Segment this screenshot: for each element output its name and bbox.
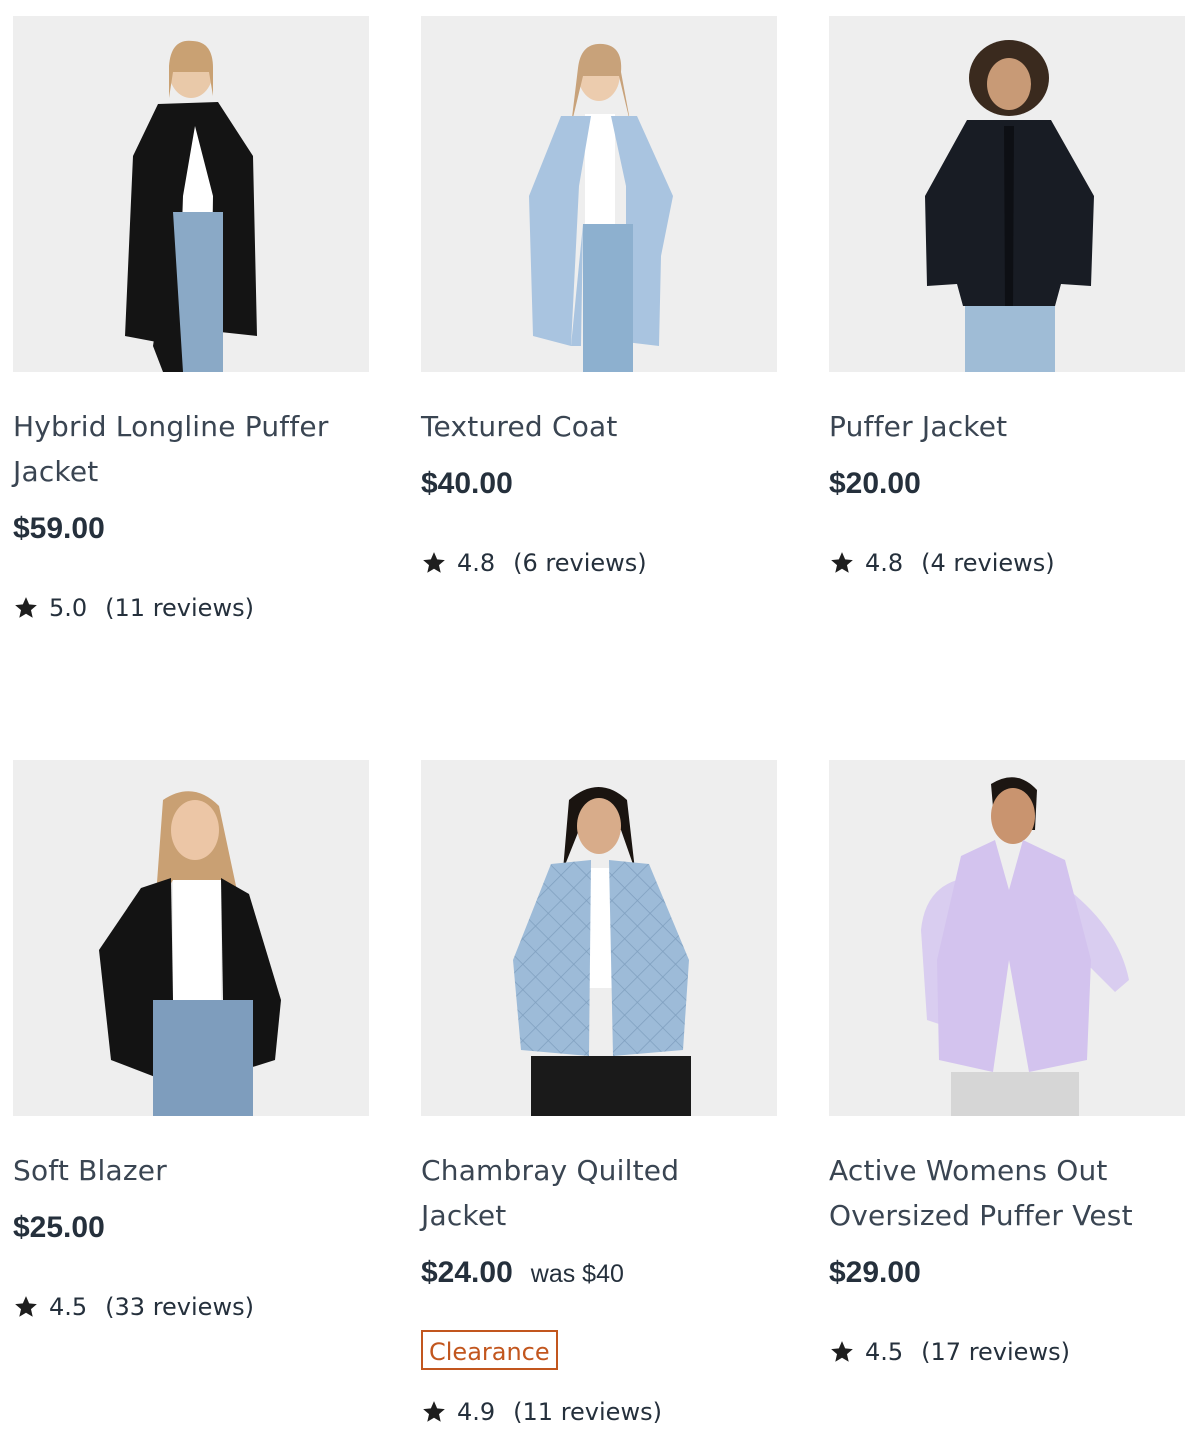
review-count: (33 reviews) xyxy=(105,1293,254,1321)
product-price: $24.00 xyxy=(421,1256,513,1289)
product-title[interactable]: Hybrid Longline Puffer Jacket xyxy=(13,404,353,494)
price-row: $25.00 xyxy=(13,1211,105,1245)
product-grid: Hybrid Longline Puffer Jacket $59.00 5.0… xyxy=(0,0,1200,1456)
price-row: $29.00 xyxy=(829,1256,921,1290)
product-price: $20.00 xyxy=(829,467,921,500)
price-row: $59.00 xyxy=(13,512,105,546)
product-image[interactable] xyxy=(829,760,1185,1116)
review-count: (17 reviews) xyxy=(921,1338,1070,1366)
product-price: $25.00 xyxy=(13,1211,105,1244)
product-price: $59.00 xyxy=(13,512,105,545)
rating-row[interactable]: 4.5 (17 reviews) xyxy=(829,1338,1070,1366)
review-count: (11 reviews) xyxy=(513,1398,662,1426)
rating-score: 4.9 xyxy=(457,1398,496,1426)
review-count: (11 reviews) xyxy=(105,594,254,622)
review-count: (4 reviews) xyxy=(921,549,1055,577)
product-image[interactable] xyxy=(421,760,777,1116)
product-price: $29.00 xyxy=(829,1256,921,1289)
rating-score: 4.8 xyxy=(865,549,904,577)
rating-score: 4.8 xyxy=(457,549,496,577)
star-icon xyxy=(421,550,447,576)
product-image[interactable] xyxy=(421,16,777,372)
price-row: $40.00 xyxy=(421,467,513,501)
product-title[interactable]: Soft Blazer xyxy=(13,1148,353,1193)
star-icon xyxy=(829,550,855,576)
star-icon xyxy=(13,595,39,621)
product-title[interactable]: Textured Coat xyxy=(421,404,761,449)
product-price: $40.00 xyxy=(421,467,513,500)
star-icon xyxy=(13,1294,39,1320)
product-image[interactable] xyxy=(13,16,369,372)
product-title[interactable]: Chambray Quilted Jacket xyxy=(421,1148,761,1238)
rating-row[interactable]: 4.5 (33 reviews) xyxy=(13,1293,254,1321)
rating-score: 4.5 xyxy=(49,1293,88,1321)
rating-score: 4.5 xyxy=(865,1338,904,1366)
review-count: (6 reviews) xyxy=(513,549,647,577)
star-icon xyxy=(421,1399,447,1425)
rating-score: 5.0 xyxy=(49,594,88,622)
rating-row[interactable]: 5.0 (11 reviews) xyxy=(13,594,254,622)
price-row: $20.00 xyxy=(829,467,921,501)
product-image[interactable] xyxy=(13,760,369,1116)
rating-row[interactable]: 4.8 (4 reviews) xyxy=(829,549,1055,577)
star-icon xyxy=(829,1339,855,1365)
product-title[interactable]: Active Womens Out Oversized Puffer Vest xyxy=(829,1148,1169,1238)
product-image[interactable] xyxy=(829,16,1185,372)
rating-row[interactable]: 4.9 (11 reviews) xyxy=(421,1398,662,1426)
was-price: was $40 xyxy=(530,1260,624,1288)
rating-row[interactable]: 4.8 (6 reviews) xyxy=(421,549,647,577)
clearance-badge: Clearance xyxy=(421,1330,558,1370)
price-row: $24.00 was $40 xyxy=(421,1256,624,1290)
product-title[interactable]: Puffer Jacket xyxy=(829,404,1169,449)
